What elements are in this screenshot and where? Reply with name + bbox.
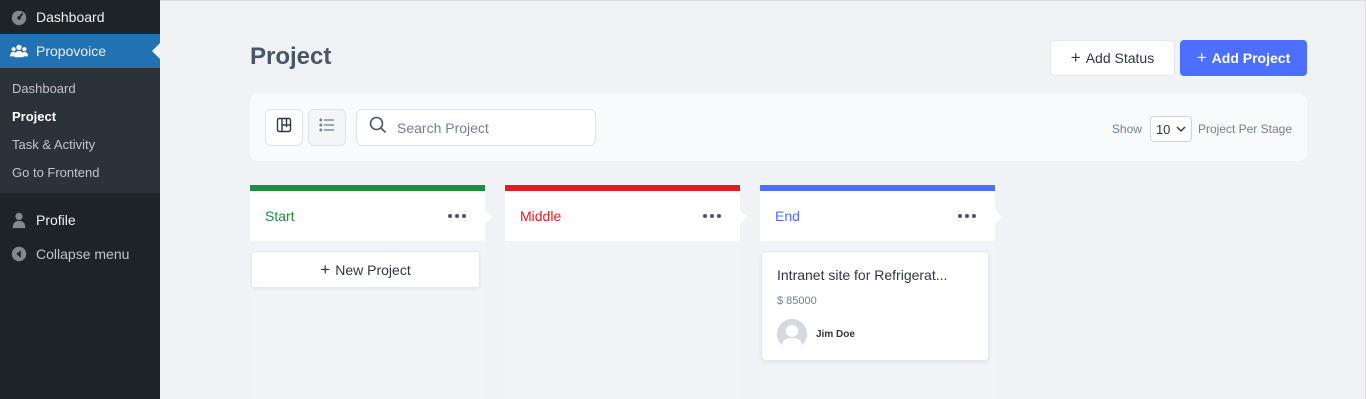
- stage-body: [505, 241, 740, 399]
- search-box: [356, 109, 596, 146]
- project-card-title: Intranet site for Refrigerat...: [777, 267, 948, 283]
- admin-sidebar: Dashboard Propovoice Dashboard Project T…: [0, 0, 160, 399]
- add-project-button[interactable]: + Add Project: [1180, 40, 1307, 76]
- collapse-arrow-icon: [10, 245, 28, 263]
- sidebar-item-dashboard[interactable]: Dashboard: [0, 0, 160, 34]
- stage-body: Intranet site for Refrigerat... $ 85000 …: [760, 241, 995, 399]
- new-project-button[interactable]: + New Project: [251, 251, 480, 288]
- stage-header: Middle: [505, 185, 747, 241]
- submenu-item-dashboard[interactable]: Dashboard: [0, 75, 160, 103]
- show-label: Show: [1111, 122, 1142, 136]
- stage-header: End: [760, 185, 1002, 241]
- sidebar-item-label: Propovoice: [36, 43, 107, 59]
- stage-column-end: End Intranet site for Refrigerat... $ 85…: [760, 185, 1002, 399]
- sidebar-item-label: Dashboard: [36, 9, 105, 25]
- plus-icon: +: [320, 259, 331, 279]
- stage-body: + New Project: [250, 241, 485, 399]
- avatar: [777, 319, 807, 349]
- submenu-item-go-to-frontend[interactable]: Go to Frontend: [0, 159, 160, 187]
- per-stage-value: 10: [1155, 121, 1171, 137]
- chevron-down-icon: [1176, 122, 1186, 137]
- list-view-icon: [319, 117, 335, 138]
- new-project-label: New Project: [335, 261, 411, 278]
- sidebar-item-profile[interactable]: Profile: [0, 203, 160, 237]
- add-project-label: Add Project: [1211, 50, 1291, 66]
- search-icon: [369, 116, 387, 139]
- stage-title: End: [775, 208, 800, 224]
- add-status-label: Add Status: [1085, 50, 1155, 66]
- collapse-menu-button[interactable]: Collapse menu: [0, 237, 160, 271]
- main-content: Project + Add Status + Add Project Show: [160, 0, 1366, 399]
- board-view-icon: [276, 117, 292, 138]
- plus-icon: +: [1070, 48, 1081, 67]
- stage-title: Start: [265, 208, 295, 224]
- more-options-icon[interactable]: [954, 210, 980, 222]
- stage-column-middle: Middle: [505, 185, 747, 399]
- page-title: Project: [250, 43, 332, 70]
- more-options-icon[interactable]: [444, 210, 470, 222]
- more-options-icon[interactable]: [699, 210, 725, 222]
- plus-icon: +: [1196, 48, 1207, 67]
- board-view-button[interactable]: [265, 109, 303, 146]
- submenu-item-project[interactable]: Project: [0, 103, 160, 131]
- sidebar-item-label: Profile: [36, 212, 76, 228]
- project-card-budget: $ 85000: [777, 295, 817, 307]
- speedometer-icon: [10, 8, 28, 26]
- user-icon: [10, 211, 28, 229]
- project-card-user: Jim Doe: [777, 319, 973, 349]
- per-stage-select[interactable]: 10: [1149, 116, 1192, 142]
- stage-column-start: Start + New Project: [250, 185, 492, 399]
- project-card[interactable]: Intranet site for Refrigerat... $ 85000 …: [761, 251, 989, 361]
- submenu-item-task-activity[interactable]: Task & Activity: [0, 131, 160, 159]
- propovoice-submenu: Dashboard Project Task & Activity Go to …: [0, 68, 160, 193]
- users-group-icon: [10, 42, 28, 60]
- per-stage-control: Show 10 Project Per Stage: [1112, 116, 1292, 142]
- stage-header: Start: [250, 185, 492, 241]
- per-stage-label: Project Per Stage: [1197, 122, 1292, 136]
- list-view-button[interactable]: [308, 109, 346, 146]
- project-card-user-name: Jim Doe: [816, 328, 855, 340]
- stage-title: Middle: [520, 208, 562, 224]
- sidebar-item-propovoice[interactable]: Propovoice: [0, 34, 160, 68]
- add-status-button[interactable]: + Add Status: [1050, 40, 1175, 76]
- project-toolbar: Show 10 Project Per Stage: [250, 94, 1307, 161]
- search-input[interactable]: [397, 119, 587, 136]
- collapse-menu-label: Collapse menu: [36, 246, 130, 262]
